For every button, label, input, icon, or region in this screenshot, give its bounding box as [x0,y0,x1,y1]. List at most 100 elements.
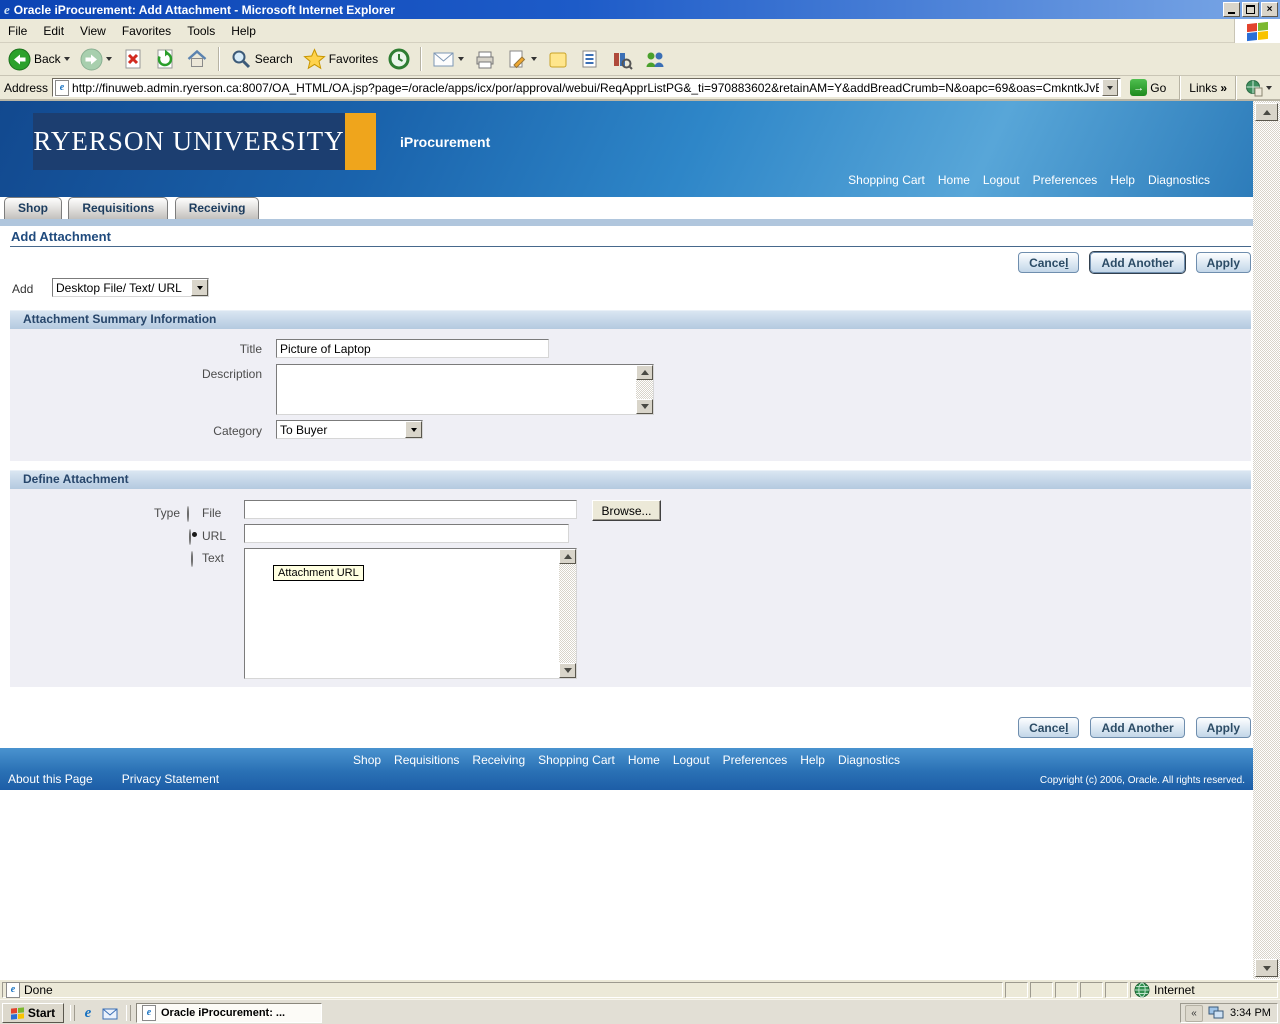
back-dropdown-icon[interactable] [64,57,70,61]
menu-help[interactable]: Help [223,21,264,41]
footer-links: About this Page Privacy Statement [8,772,219,786]
footer-nav-diagnostics[interactable]: Diagnostics [838,753,900,767]
privacy-statement-link[interactable]: Privacy Statement [122,772,219,786]
add-another-button[interactable]: Add Another [1090,252,1184,273]
about-this-page-link[interactable]: About this Page [8,772,93,786]
nav-help[interactable]: Help [1110,173,1135,187]
toolbar-separator [420,47,422,71]
scroll-up-button[interactable] [559,549,576,564]
menu-file[interactable]: File [0,21,35,41]
messenger-button[interactable] [639,47,671,72]
text-scrollbar[interactable] [559,549,576,678]
history-button[interactable] [384,46,414,72]
address-dropdown-button[interactable] [1102,79,1118,96]
home-button[interactable] [182,46,212,72]
title-input[interactable] [276,339,549,358]
stop-button[interactable] [118,46,148,72]
minimize-icon [1228,12,1235,14]
start-label: Start [28,1006,55,1020]
forward-dropdown-icon[interactable] [106,57,112,61]
menu-edit[interactable]: Edit [35,21,72,41]
footer-nav-requisitions[interactable]: Requisitions [394,753,459,767]
scroll-up-button[interactable] [636,365,653,380]
close-button[interactable]: × [1261,2,1278,17]
tray-clock[interactable]: 3:34 PM [1230,1007,1271,1019]
scroll-down-button[interactable] [636,399,653,414]
footer-nav-help[interactable]: Help [800,753,825,767]
mail-dropdown-icon[interactable] [458,57,464,61]
vertical-scrollbar[interactable] [1253,101,1280,979]
menu-view[interactable]: View [72,21,114,41]
file-input[interactable] [244,500,577,519]
back-button[interactable]: Back [4,46,74,73]
footer-nav-preferences[interactable]: Preferences [723,753,788,767]
apply-button-bottom[interactable]: Apply [1196,717,1251,738]
address-input[interactable] [72,80,1099,95]
favorites-button[interactable]: Favorites [299,46,382,72]
tab-receiving[interactable]: Receiving [175,197,260,219]
toolbar-separator [218,47,220,71]
network-tray-icon[interactable] [1208,1006,1225,1020]
address-input-box[interactable]: e [52,78,1121,97]
ryerson-logo-orange-block [345,113,376,170]
mail-button[interactable] [428,47,468,71]
scrollbar-up-button[interactable] [1255,103,1278,121]
footer-nav-receiving[interactable]: Receiving [472,753,525,767]
nav-diagnostics[interactable]: Diagnostics [1148,173,1210,187]
description-scrollbar[interactable] [636,365,653,414]
text-radio[interactable] [191,551,193,567]
footer-nav-shopping-cart[interactable]: Shopping Cart [538,753,615,767]
cancel-button-bottom[interactable]: Cancel [1018,717,1079,738]
browse-button[interactable]: Browse... [592,500,661,521]
file-radio[interactable] [187,506,189,522]
url-radio[interactable] [189,529,191,545]
edit-button[interactable] [502,47,541,72]
links-dropdown-icon[interactable] [1266,86,1272,90]
tab-requisitions[interactable]: Requisitions [68,197,168,219]
category-select[interactable]: To Buyer [276,420,423,439]
text-textarea[interactable]: Attachment URL [244,548,577,679]
go-button[interactable]: → Go [1125,78,1171,97]
minimize-button[interactable] [1223,2,1240,17]
tray-chevron-button[interactable]: « [1185,1005,1203,1022]
scroll-down-button[interactable] [559,663,576,678]
add-type-dropdown-button[interactable] [191,279,208,296]
discuss-button[interactable] [543,47,573,72]
menu-tools[interactable]: Tools [179,21,223,41]
restore-button[interactable] [1242,2,1259,17]
links-button[interactable]: Links » [1189,81,1227,95]
footer-nav-home[interactable]: Home [628,753,660,767]
edit-with-word-button[interactable] [575,47,605,72]
nav-shopping-cart[interactable]: Shopping Cart [848,173,925,187]
add-another-button-bottom[interactable]: Add Another [1090,717,1184,738]
nav-logout[interactable]: Logout [983,173,1020,187]
internet-zone-icon [1134,982,1150,998]
nav-home[interactable]: Home [938,173,970,187]
quick-launch-ie-icon[interactable]: e [79,1005,97,1022]
cancel-button[interactable]: Cancel [1018,252,1079,273]
url-input[interactable] [244,524,569,543]
description-textarea[interactable] [276,364,654,415]
norton-button[interactable] [1245,79,1276,97]
nav-preferences[interactable]: Preferences [1033,173,1098,187]
apply-button[interactable]: Apply [1196,252,1251,273]
top-action-buttons: Cancel Add Another Apply [1018,252,1251,273]
category-dropdown-button[interactable] [405,421,422,438]
footer-nav-shop[interactable]: Shop [353,753,381,767]
task-title: Oracle iProcurement: ... [161,1007,285,1019]
add-type-select[interactable]: Desktop File/ Text/ URL [52,278,209,297]
description-label: Description [10,367,262,381]
research-button[interactable] [607,47,637,72]
menu-favorites[interactable]: Favorites [114,21,179,41]
print-button[interactable] [470,47,500,72]
footer-nav-logout[interactable]: Logout [673,753,710,767]
quick-launch-outlook-icon[interactable] [101,1005,119,1022]
search-button[interactable]: Search [226,46,297,72]
scrollbar-down-button[interactable] [1255,959,1278,977]
start-button[interactable]: Start [2,1003,64,1023]
tab-shop[interactable]: Shop [4,197,62,219]
refresh-button[interactable] [150,46,180,72]
forward-button[interactable] [76,46,116,73]
taskbar-task-oracle[interactable]: e Oracle iProcurement: ... [136,1003,322,1023]
edit-dropdown-icon[interactable] [531,57,537,61]
